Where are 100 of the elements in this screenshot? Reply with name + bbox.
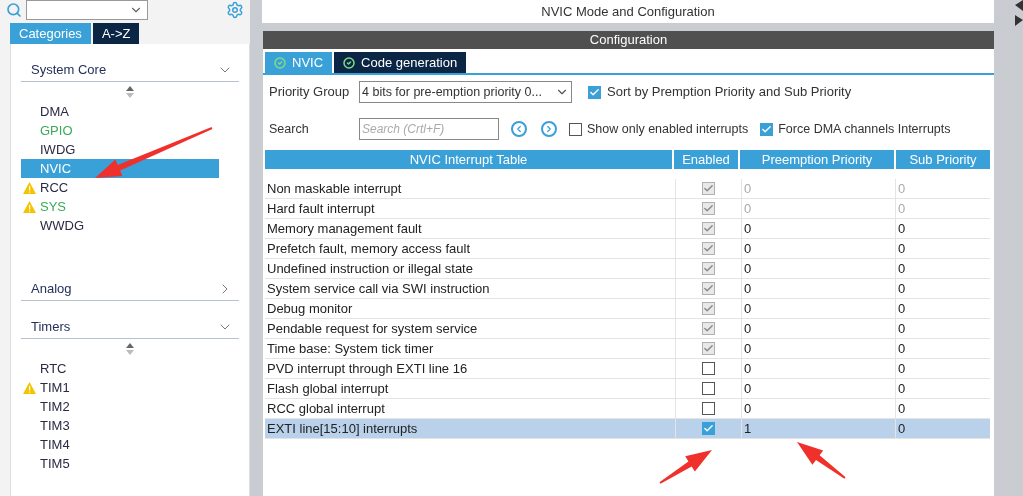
category-item[interactable]: IWDG	[21, 140, 219, 159]
table-cell[interactable]: 0	[896, 319, 990, 338]
checkbox[interactable]	[702, 222, 715, 235]
annotation-arrow	[659, 450, 712, 484]
settings-icon[interactable]	[226, 1, 244, 19]
category-item[interactable]: TIM4	[21, 435, 219, 454]
previous-icon[interactable]	[511, 121, 527, 137]
check-circle-icon	[274, 56, 286, 69]
table-row[interactable]: RCC global interrupt 0 0	[265, 399, 990, 419]
checkbox[interactable]	[702, 342, 715, 355]
table-row[interactable]: EXTI line[15:10] interrupts 1 0	[265, 419, 990, 439]
table-row[interactable]: System service call via SWI instruction 0 0	[265, 279, 990, 299]
checkbox[interactable]	[702, 402, 715, 415]
category-item[interactable]: TIM2	[21, 397, 219, 416]
table-cell[interactable]: 0	[742, 359, 896, 378]
table-cell: EXTI line[15:10] interrupts	[265, 419, 676, 438]
category-item[interactable]: DMA	[21, 102, 219, 121]
table-row[interactable]: Undefined instruction or illegal state 0 0	[265, 259, 990, 279]
table-cell[interactable]: 0	[742, 299, 896, 318]
section-header[interactable]: Analog	[21, 277, 239, 301]
table-cell: PVD interrupt through EXTI line 16	[265, 359, 676, 378]
table-cell: Non maskable interrupt	[265, 179, 676, 198]
search-combo-field[interactable]	[26, 0, 148, 20]
config-tab[interactable]: Code generation	[334, 52, 467, 73]
checkbox-label: Sort by Premption Priority and Sub Priority	[607, 83, 852, 102]
check-circle-icon	[343, 56, 356, 69]
table-cell[interactable]: 1	[742, 419, 896, 438]
category-item[interactable]: TIM3	[21, 416, 219, 435]
checkbox[interactable]	[702, 182, 715, 195]
category-item[interactable]: WWDG	[21, 216, 219, 235]
table-cell[interactable]: 0	[742, 219, 896, 238]
priority-group-dropdown[interactable]: 4 bits for pre-emption priority 0...	[359, 81, 572, 103]
checkbox[interactable]	[702, 302, 715, 315]
table-cell: Prefetch fault, memory access fault	[265, 239, 676, 258]
table-cell[interactable]: 0	[742, 379, 896, 398]
field-label: Priority Group	[269, 83, 351, 102]
checkbox[interactable]	[702, 322, 715, 335]
table-cell: System service call via SWI instruction	[265, 279, 676, 298]
checkbox-label: Show only enabled interrupts	[587, 120, 749, 138]
table-cell[interactable]: 0	[896, 279, 990, 298]
search-field[interactable]: Search (Crtl+F)	[359, 118, 499, 140]
table-row[interactable]: Prefetch fault, memory access fault 0 0	[265, 239, 990, 259]
category-item[interactable]: RTC	[21, 359, 219, 378]
checkbox[interactable]	[702, 282, 715, 295]
table-row[interactable]: Memory management fault 0 0	[265, 219, 990, 239]
table-cell[interactable]: 0	[896, 299, 990, 318]
table-row[interactable]: Debug monitor 0 0	[265, 299, 990, 319]
table-cell[interactable]: 0	[896, 219, 990, 238]
next-icon[interactable]	[541, 121, 557, 137]
table-cell[interactable]: 0	[896, 359, 990, 378]
table-cell: Hard fault interrupt	[265, 199, 676, 218]
table-row[interactable]: Time base: System tick timer 0 0	[265, 339, 990, 359]
table-row[interactable]: Flash global interrupt 0 0	[265, 379, 990, 399]
category-tab[interactable]: A->Z	[92, 23, 140, 44]
table-row[interactable]: Non maskable interrupt 0 0	[265, 179, 990, 199]
checkbox[interactable]	[702, 362, 715, 375]
checkbox[interactable]	[569, 122, 582, 136]
table-cell[interactable]: 0	[896, 419, 990, 438]
table-row[interactable]: Pendable request for system service 0 0	[265, 319, 990, 339]
checkbox[interactable]	[702, 202, 715, 215]
category-item[interactable]: TIM1	[21, 378, 219, 397]
checkbox[interactable]	[702, 242, 715, 255]
checkbox-label: Force DMA channels Interrupts	[778, 120, 951, 138]
table-cell: RCC global interrupt	[265, 399, 676, 418]
table-cell: Undefined instruction or illegal state	[265, 259, 676, 278]
table-cell[interactable]: 0	[896, 379, 990, 398]
checkbox[interactable]	[702, 262, 715, 275]
category-item[interactable]: RCC	[21, 178, 219, 197]
checkbox[interactable]	[702, 382, 715, 395]
table-row[interactable]: Hard fault interrupt 0 0	[265, 199, 990, 219]
section-header[interactable]: Timers	[21, 315, 239, 339]
table-row[interactable]: PVD interrupt through EXTI line 16 0 0	[265, 359, 990, 379]
table-cell[interactable]: 0	[896, 399, 990, 418]
section-header[interactable]: System Core	[21, 58, 239, 82]
collapse-arrow-icon[interactable]	[1015, 0, 1023, 26]
table-cell: Debug monitor	[265, 299, 676, 318]
checkbox[interactable]	[760, 122, 774, 136]
table-cell: Flash global interrupt	[265, 379, 676, 398]
checkbox[interactable]	[588, 85, 601, 99]
table-cell[interactable]: 0	[742, 339, 896, 358]
table-cell[interactable]: 0	[742, 259, 896, 278]
category-item[interactable]: TIM5	[21, 454, 219, 473]
field-label: Search	[269, 120, 310, 138]
table-cell[interactable]: 0	[742, 239, 896, 258]
checkbox[interactable]	[702, 422, 715, 435]
table-cell[interactable]: 0	[896, 259, 990, 278]
sort-icon[interactable]	[126, 343, 134, 355]
table-cell[interactable]: 0	[742, 399, 896, 418]
annotation-arrow	[797, 442, 846, 479]
table-cell[interactable]: 0	[896, 239, 990, 258]
table-cell: Time base: System tick timer	[265, 339, 676, 358]
table-cell[interactable]: 0	[896, 339, 990, 358]
configuration-header: Configuration	[263, 31, 994, 49]
table-cell[interactable]: 0	[742, 279, 896, 298]
window-title: NVIC Mode and Configuration	[262, 0, 994, 23]
sort-icon[interactable]	[126, 86, 134, 98]
table-cell[interactable]: 0	[742, 319, 896, 338]
table-cell: Memory management fault	[265, 219, 676, 238]
table-cell: Pendable request for system service	[265, 319, 676, 338]
search-icon[interactable]	[6, 2, 22, 18]
